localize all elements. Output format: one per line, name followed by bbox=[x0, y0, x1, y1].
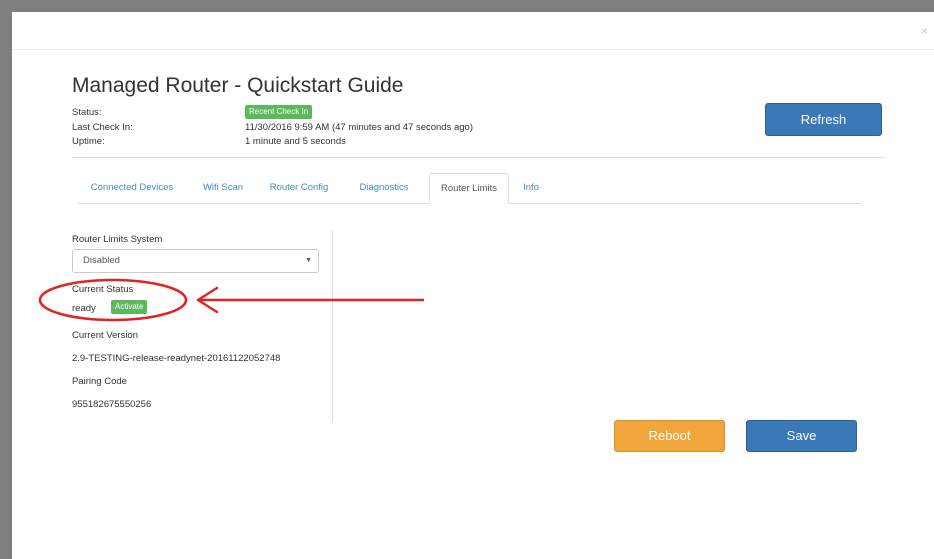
annotation-circle bbox=[38, 278, 188, 322]
modal-window: × Managed Router - Quickstart Guide Stat… bbox=[12, 12, 934, 559]
annotation-overlay bbox=[38, 278, 424, 322]
